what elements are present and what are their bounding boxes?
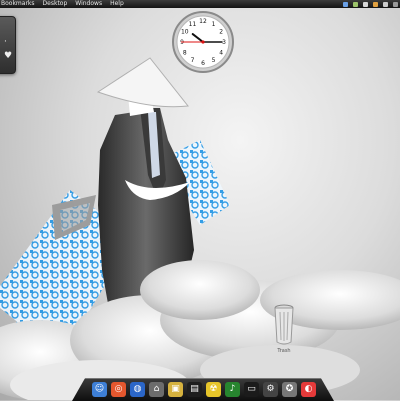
clock-numeral: 2 xyxy=(219,29,223,36)
clock-numeral: 4 xyxy=(219,50,223,57)
clock-numeral: 1 xyxy=(212,21,216,28)
settings-icon[interactable]: ✪ xyxy=(282,381,297,397)
system-icon[interactable]: ⚙ xyxy=(263,381,278,397)
movie-icon[interactable]: ▤ xyxy=(187,381,202,397)
trash-icon[interactable] xyxy=(272,302,296,350)
analog-clock-widget[interactable]: 121234567891011 xyxy=(171,10,235,74)
clock-numeral: 5 xyxy=(212,57,216,64)
clock-numeral: 6 xyxy=(201,60,205,67)
globe-icon[interactable]: ◍ xyxy=(130,381,145,397)
radiation-icon[interactable]: ☢ xyxy=(206,381,221,397)
clock-numeral: 7 xyxy=(191,57,195,64)
color-icon[interactable]: ◐ xyxy=(301,381,316,397)
clock-numeral: 11 xyxy=(189,21,197,28)
clock-numeral: 12 xyxy=(199,18,207,25)
clock-numeral: 8 xyxy=(183,50,187,57)
finder-icon[interactable]: ☺ xyxy=(92,381,107,397)
music-icon[interactable]: ♪ xyxy=(225,381,240,397)
browser-icon[interactable]: ◎ xyxy=(111,381,126,397)
clock-numeral: 3 xyxy=(222,39,226,46)
trash-label: Trash xyxy=(277,348,291,354)
home-icon[interactable]: ⌂ xyxy=(149,381,164,397)
photos-icon[interactable]: ▣ xyxy=(168,381,183,397)
terminal-icon[interactable]: ▭ xyxy=(244,381,259,397)
dock: ☺ ◎ ◍ ⌂ ▣ ▤ ☢ ♪ ▭ ⚙ ✪ ◐ xyxy=(84,379,324,399)
clock-numeral: 10 xyxy=(181,29,189,36)
